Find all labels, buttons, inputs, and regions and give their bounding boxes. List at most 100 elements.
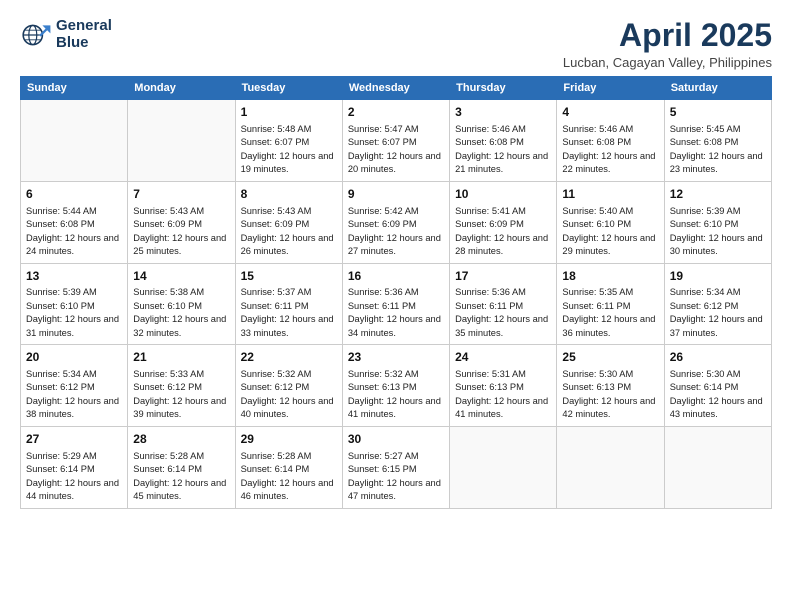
day-info: Sunrise: 5:44 AM Sunset: 6:08 PM Dayligh… [26, 205, 122, 259]
day-cell: 1Sunrise: 5:48 AM Sunset: 6:07 PM Daylig… [235, 100, 342, 182]
day-info: Sunrise: 5:28 AM Sunset: 6:14 PM Dayligh… [133, 450, 229, 504]
day-cell: 25 Sunrise: 5:30 AM Sunset: 6:13 PM Dayli… [557, 345, 664, 427]
day-number: 3 [455, 104, 551, 121]
day-cell: 11 Sunrise: 5:40 AM Sunset: 6:10 PM Dayli… [557, 181, 664, 263]
week-row-5: 27 Sunrise: 5:29 AM Sunset: 6:14 PM Dayli… [21, 426, 772, 508]
title-section: April 2025 Lucban, Cagayan Valley, Phili… [563, 18, 772, 70]
week-row-3: 13Sunrise: 5:39 AM Sunset: 6:10 PM Dayli… [21, 263, 772, 345]
logo: General Blue [20, 18, 112, 51]
location-subtitle: Lucban, Cagayan Valley, Philippines [563, 55, 772, 70]
day-cell: 13Sunrise: 5:39 AM Sunset: 6:10 PM Dayli… [21, 263, 128, 345]
page: General Blue April 2025 Lucban, Cagayan … [0, 0, 792, 612]
day-number: 4 [562, 104, 658, 121]
day-number: 20 [26, 349, 122, 366]
day-info: Sunrise: 5:39 AM Sunset: 6:10 PM Dayligh… [670, 205, 766, 259]
day-number: 16 [348, 268, 444, 285]
day-number: 12 [670, 186, 766, 203]
day-info: Sunrise: 5:36 AM Sunset: 6:11 PM Dayligh… [348, 286, 444, 340]
day-info: Sunrise: 5:27 AM Sunset: 6:15 PM Dayligh… [348, 450, 444, 504]
day-cell: 18Sunrise: 5:35 AM Sunset: 6:11 PM Dayli… [557, 263, 664, 345]
day-info: Sunrise: 5:29 AM Sunset: 6:14 PM Dayligh… [26, 450, 122, 504]
day-cell [21, 100, 128, 182]
col-header-friday: Friday [557, 77, 664, 100]
day-number: 14 [133, 268, 229, 285]
calendar-table: SundayMondayTuesdayWednesdayThursdayFrid… [20, 76, 772, 508]
day-info: Sunrise: 5:39 AM Sunset: 6:10 PM Dayligh… [26, 286, 122, 340]
day-info: Sunrise: 5:41 AM Sunset: 6:09 PM Dayligh… [455, 205, 551, 259]
day-info: Sunrise: 5:48 AM Sunset: 6:07 PM Dayligh… [241, 123, 337, 177]
day-cell: 28 Sunrise: 5:28 AM Sunset: 6:14 PM Dayli… [128, 426, 235, 508]
day-cell: 21Sunrise: 5:33 AM Sunset: 6:12 PM Dayli… [128, 345, 235, 427]
day-number: 27 [26, 431, 122, 448]
day-info: Sunrise: 5:28 AM Sunset: 6:14 PM Dayligh… [241, 450, 337, 504]
day-number: 21 [133, 349, 229, 366]
month-title: April 2025 [563, 18, 772, 53]
day-number: 24 [455, 349, 551, 366]
day-info: Sunrise: 5:30 AM Sunset: 6:14 PM Dayligh… [670, 368, 766, 422]
day-cell: 16Sunrise: 5:36 AM Sunset: 6:11 PM Dayli… [342, 263, 449, 345]
col-header-sunday: Sunday [21, 77, 128, 100]
week-row-2: 6Sunrise: 5:44 AM Sunset: 6:08 PM Daylig… [21, 181, 772, 263]
col-header-saturday: Saturday [664, 77, 771, 100]
logo-text: General Blue [56, 18, 112, 51]
day-cell: 17Sunrise: 5:36 AM Sunset: 6:11 PM Dayli… [450, 263, 557, 345]
day-number: 29 [241, 431, 337, 448]
day-number: 30 [348, 431, 444, 448]
day-info: Sunrise: 5:34 AM Sunset: 6:12 PM Dayligh… [26, 368, 122, 422]
day-cell: 7Sunrise: 5:43 AM Sunset: 6:09 PM Daylig… [128, 181, 235, 263]
col-header-thursday: Thursday [450, 77, 557, 100]
day-info: Sunrise: 5:34 AM Sunset: 6:12 PM Dayligh… [670, 286, 766, 340]
day-info: Sunrise: 5:37 AM Sunset: 6:11 PM Dayligh… [241, 286, 337, 340]
day-cell: 9Sunrise: 5:42 AM Sunset: 6:09 PM Daylig… [342, 181, 449, 263]
col-header-tuesday: Tuesday [235, 77, 342, 100]
day-cell: 23Sunrise: 5:32 AM Sunset: 6:13 PM Dayli… [342, 345, 449, 427]
day-cell: 15Sunrise: 5:37 AM Sunset: 6:11 PM Dayli… [235, 263, 342, 345]
day-info: Sunrise: 5:31 AM Sunset: 6:13 PM Dayligh… [455, 368, 551, 422]
day-number: 26 [670, 349, 766, 366]
day-number: 11 [562, 186, 658, 203]
day-number: 28 [133, 431, 229, 448]
day-cell: 24 Sunrise: 5:31 AM Sunset: 6:13 PM Dayli… [450, 345, 557, 427]
day-number: 7 [133, 186, 229, 203]
day-info: Sunrise: 5:46 AM Sunset: 6:08 PM Dayligh… [562, 123, 658, 177]
day-info: Sunrise: 5:46 AM Sunset: 6:08 PM Dayligh… [455, 123, 551, 177]
day-cell: 12 Sunrise: 5:39 AM Sunset: 6:10 PM Dayli… [664, 181, 771, 263]
day-cell: 19Sunrise: 5:34 AM Sunset: 6:12 PM Dayli… [664, 263, 771, 345]
day-number: 17 [455, 268, 551, 285]
day-info: Sunrise: 5:40 AM Sunset: 6:10 PM Dayligh… [562, 205, 658, 259]
day-info: Sunrise: 5:32 AM Sunset: 6:12 PM Dayligh… [241, 368, 337, 422]
day-cell: 3 Sunrise: 5:46 AM Sunset: 6:08 PM Daylig… [450, 100, 557, 182]
day-cell: 30 Sunrise: 5:27 AM Sunset: 6:15 PM Dayli… [342, 426, 449, 508]
day-number: 5 [670, 104, 766, 121]
day-number: 23 [348, 349, 444, 366]
day-number: 10 [455, 186, 551, 203]
day-number: 19 [670, 268, 766, 285]
day-cell [450, 426, 557, 508]
day-number: 15 [241, 268, 337, 285]
day-info: Sunrise: 5:36 AM Sunset: 6:11 PM Dayligh… [455, 286, 551, 340]
day-number: 8 [241, 186, 337, 203]
day-cell: 4 Sunrise: 5:46 AM Sunset: 6:08 PM Daylig… [557, 100, 664, 182]
day-cell [664, 426, 771, 508]
day-info: Sunrise: 5:42 AM Sunset: 6:09 PM Dayligh… [348, 205, 444, 259]
day-number: 25 [562, 349, 658, 366]
day-cell: 26 Sunrise: 5:30 AM Sunset: 6:14 PM Dayli… [664, 345, 771, 427]
day-cell: 22 Sunrise: 5:32 AM Sunset: 6:12 PM Dayli… [235, 345, 342, 427]
day-cell: 5Sunrise: 5:45 AM Sunset: 6:08 PM Daylig… [664, 100, 771, 182]
day-info: Sunrise: 5:30 AM Sunset: 6:13 PM Dayligh… [562, 368, 658, 422]
day-cell: 6Sunrise: 5:44 AM Sunset: 6:08 PM Daylig… [21, 181, 128, 263]
day-cell: 14Sunrise: 5:38 AM Sunset: 6:10 PM Dayli… [128, 263, 235, 345]
col-header-monday: Monday [128, 77, 235, 100]
day-cell: 27 Sunrise: 5:29 AM Sunset: 6:14 PM Dayli… [21, 426, 128, 508]
day-cell: 10 Sunrise: 5:41 AM Sunset: 6:09 PM Dayli… [450, 181, 557, 263]
col-header-wednesday: Wednesday [342, 77, 449, 100]
week-row-1: 1Sunrise: 5:48 AM Sunset: 6:07 PM Daylig… [21, 100, 772, 182]
week-row-4: 20 Sunrise: 5:34 AM Sunset: 6:12 PM Dayli… [21, 345, 772, 427]
day-number: 13 [26, 268, 122, 285]
day-number: 22 [241, 349, 337, 366]
day-cell [557, 426, 664, 508]
day-cell: 8Sunrise: 5:43 AM Sunset: 6:09 PM Daylig… [235, 181, 342, 263]
day-cell: 20 Sunrise: 5:34 AM Sunset: 6:12 PM Dayli… [21, 345, 128, 427]
header: General Blue April 2025 Lucban, Cagayan … [20, 18, 772, 70]
day-number: 18 [562, 268, 658, 285]
